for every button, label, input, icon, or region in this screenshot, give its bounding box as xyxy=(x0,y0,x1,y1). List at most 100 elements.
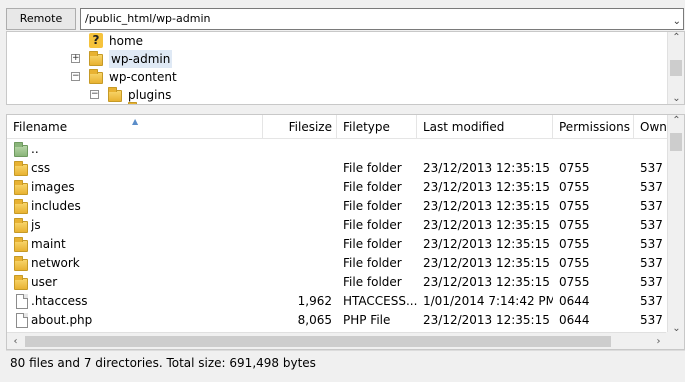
tree-vertical-scrollbar[interactable]: ⌃ ⌄ xyxy=(667,32,684,104)
table-row[interactable]: css File folder 23/12/2013 12:35:15 PM 0755… xyxy=(7,159,667,178)
cell-permissions: 0755 xyxy=(559,256,590,270)
cell-filename: network xyxy=(31,256,80,270)
status-bar: 80 files and 7 directories. Total size: … xyxy=(6,350,685,374)
cell-owner: 537 5 xyxy=(640,237,667,251)
scroll-right-icon[interactable]: › xyxy=(650,333,667,349)
column-header-filename[interactable]: Filename ▲ xyxy=(7,115,263,139)
folder-icon xyxy=(14,199,28,214)
cell-owner: 537 5 xyxy=(640,180,667,194)
cell-last-modified: 23/12/2013 12:35:15 PM xyxy=(423,199,553,213)
scroll-down-icon[interactable]: ⌄ xyxy=(668,93,684,104)
scroll-up-icon[interactable]: ⌃ xyxy=(668,115,684,126)
collapse-icon[interactable]: − xyxy=(71,72,80,81)
scroll-left-icon[interactable]: ‹ xyxy=(7,333,24,349)
cell-filetype: File folder xyxy=(343,161,402,175)
tree-item-label: wp-content xyxy=(109,70,177,84)
tree-item-label: wp-admin xyxy=(109,50,173,68)
cell-permissions: 0644 xyxy=(559,294,590,308)
table-row[interactable]: images File folder 23/12/2013 12:35:15 PM 0… xyxy=(7,178,667,197)
cell-permissions: 0755 xyxy=(559,218,590,232)
status-text: 80 files and 7 directories. Total size: … xyxy=(10,356,316,370)
cell-filetype: File folder xyxy=(343,199,402,213)
table-row[interactable]: maint File folder 23/12/2013 12:35:15 PM 07… xyxy=(7,235,667,254)
chevron-down-icon[interactable]: ⌄ xyxy=(673,12,681,32)
cell-filetype: HTACCESS... xyxy=(343,294,417,308)
table-row[interactable]: user File folder 23/12/2013 12:35:15 PM 075… xyxy=(7,273,667,292)
table-row[interactable]: .htaccess 1,962 HTACCESS... 1/01/2014 7:14:… xyxy=(7,292,667,311)
tree-item-label: home xyxy=(109,34,144,48)
folder-icon xyxy=(14,237,28,252)
cell-last-modified: 23/12/2013 12:35:15 PM xyxy=(423,313,553,327)
cell-filename: css xyxy=(31,161,51,175)
cell-filetype: File folder xyxy=(343,237,402,251)
cell-last-modified: 23/12/2013 12:35:15 PM xyxy=(423,180,553,194)
folder-icon xyxy=(108,87,122,102)
remote-path-value: /public_html/wp-admin xyxy=(85,12,211,25)
cell-last-modified: 23/12/2013 12:35:15 PM xyxy=(423,237,553,251)
cell-filesize: 1,962 xyxy=(297,294,332,308)
file-list-header: Filename ▲ Filesize Filetype Last modifi… xyxy=(7,115,684,139)
cell-filename: about.php xyxy=(31,313,93,327)
remote-path-input[interactable]: /public_html/wp-admin ⌄ xyxy=(80,8,684,30)
cell-filetype: File folder xyxy=(343,256,402,270)
cell-permissions: 0755 xyxy=(559,275,590,289)
folder-icon xyxy=(14,180,28,195)
cell-filename: .htaccess xyxy=(31,294,88,308)
cell-owner: 537 5 xyxy=(640,313,667,327)
folder-icon xyxy=(89,69,103,84)
cell-permissions: 0755 xyxy=(559,237,590,251)
cell-filetype: File folder xyxy=(343,275,402,289)
cell-filename: js xyxy=(31,218,41,232)
folder-icon xyxy=(14,161,28,176)
cell-last-modified: 23/12/2013 12:35:15 PM xyxy=(423,256,553,270)
remote-file-list[interactable]: Filename ▲ Filesize Filetype Last modifi… xyxy=(6,114,685,350)
cell-last-modified: 23/12/2013 12:35:15 PM xyxy=(423,161,553,175)
cell-filetype: File folder xyxy=(343,180,402,194)
column-header-filetype[interactable]: Filetype xyxy=(337,115,417,139)
cell-owner: 537 5 xyxy=(640,199,667,213)
list-horizontal-scrollbar[interactable]: ‹ › xyxy=(7,332,667,349)
scroll-up-icon[interactable]: ⌃ xyxy=(668,32,684,43)
cell-filetype: PHP File xyxy=(343,313,391,327)
file-icon xyxy=(16,313,28,328)
table-row[interactable]: about.php 8,065 PHP File 23/12/2013 12:35:1… xyxy=(7,311,667,330)
collapse-icon[interactable]: − xyxy=(90,90,99,99)
folder-icon xyxy=(89,51,103,66)
column-header-last-modified[interactable]: Last modified xyxy=(417,115,553,139)
scroll-thumb[interactable] xyxy=(670,60,682,76)
cell-last-modified: 23/12/2013 12:35:15 PM xyxy=(423,275,553,289)
table-row[interactable]: network File folder 23/12/2013 12:35:15 PM… xyxy=(7,254,667,273)
cell-filetype: File folder xyxy=(343,218,402,232)
cell-owner: 537 5 xyxy=(640,218,667,232)
folder-icon xyxy=(14,218,28,233)
remote-site-bar: Remote site: /public_html/wp-admin ⌄ xyxy=(0,0,685,45)
cell-filename: .. xyxy=(31,142,39,156)
scroll-thumb[interactable] xyxy=(25,336,611,347)
remote-directory-tree[interactable]: ? home + wp-admin − wp-content − plugins… xyxy=(6,31,685,105)
folder-icon xyxy=(14,275,28,290)
scrollbar-corner xyxy=(666,332,684,349)
folder-icon xyxy=(14,256,28,271)
table-row[interactable]: js File folder 23/12/2013 12:35:15 PM 0755 5… xyxy=(7,216,667,235)
cell-owner: 537 5 xyxy=(640,161,667,175)
column-header-permissions[interactable]: Permissions xyxy=(553,115,634,139)
cell-last-modified: 1/01/2014 7:14:42 PM xyxy=(423,294,553,308)
remote-site-label: Remote site: xyxy=(6,8,76,45)
scroll-thumb[interactable] xyxy=(670,133,682,151)
expand-icon[interactable]: + xyxy=(71,54,80,63)
table-row[interactable]: includes File folder 23/12/2013 12:35:15 P… xyxy=(7,197,667,216)
file-icon xyxy=(16,294,28,309)
cell-filename: images xyxy=(31,180,75,194)
cell-filename: maint xyxy=(31,237,66,251)
pane-splitter[interactable] xyxy=(0,105,685,114)
column-header-filesize[interactable]: Filesize xyxy=(263,115,337,139)
question-folder-icon: ? xyxy=(89,33,103,48)
cell-filename: user xyxy=(31,275,58,289)
cell-owner: 537 5 xyxy=(640,275,667,289)
cell-last-modified: 23/12/2013 12:35:15 PM xyxy=(423,218,553,232)
cell-permissions: 0644 xyxy=(559,313,590,327)
cell-filesize: 8,065 xyxy=(297,313,332,327)
table-row[interactable]: .. xyxy=(7,140,667,159)
cell-permissions: 0755 xyxy=(559,199,590,213)
list-vertical-scrollbar[interactable]: ⌃ ⌄ xyxy=(667,115,684,334)
